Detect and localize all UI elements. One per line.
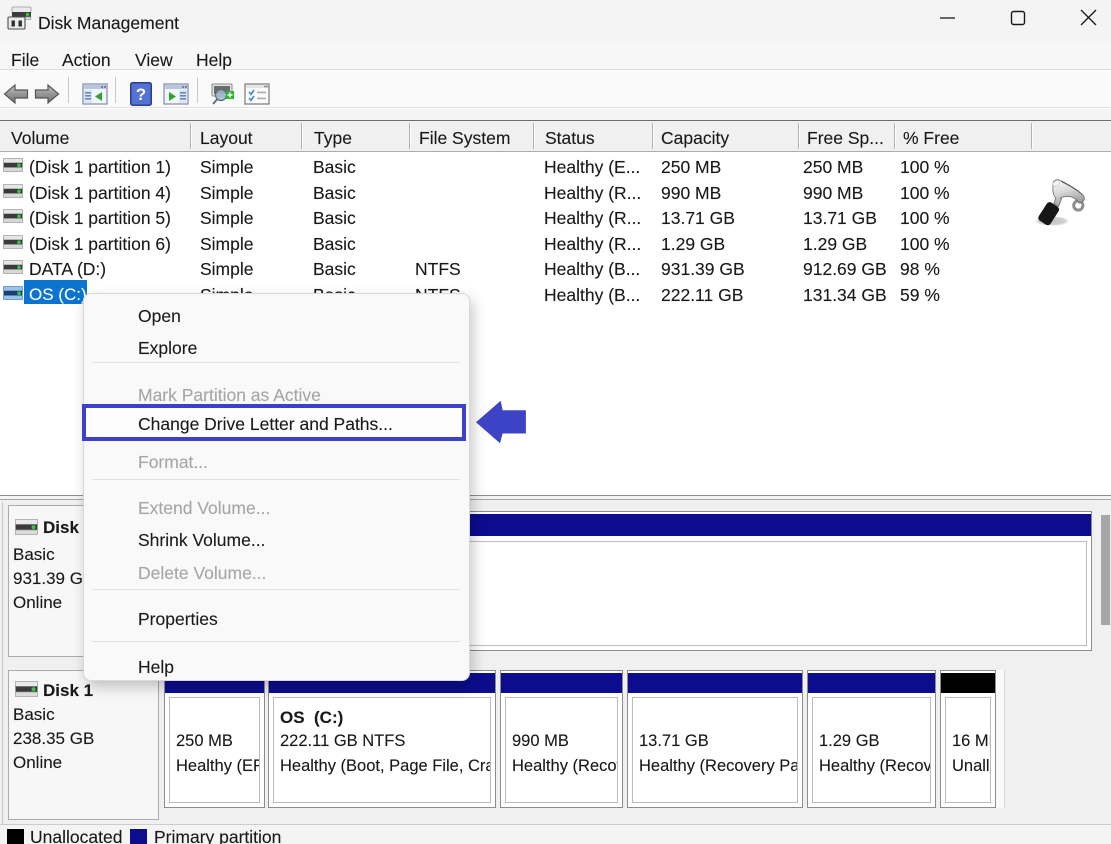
svg-text:?: ? bbox=[136, 85, 146, 104]
